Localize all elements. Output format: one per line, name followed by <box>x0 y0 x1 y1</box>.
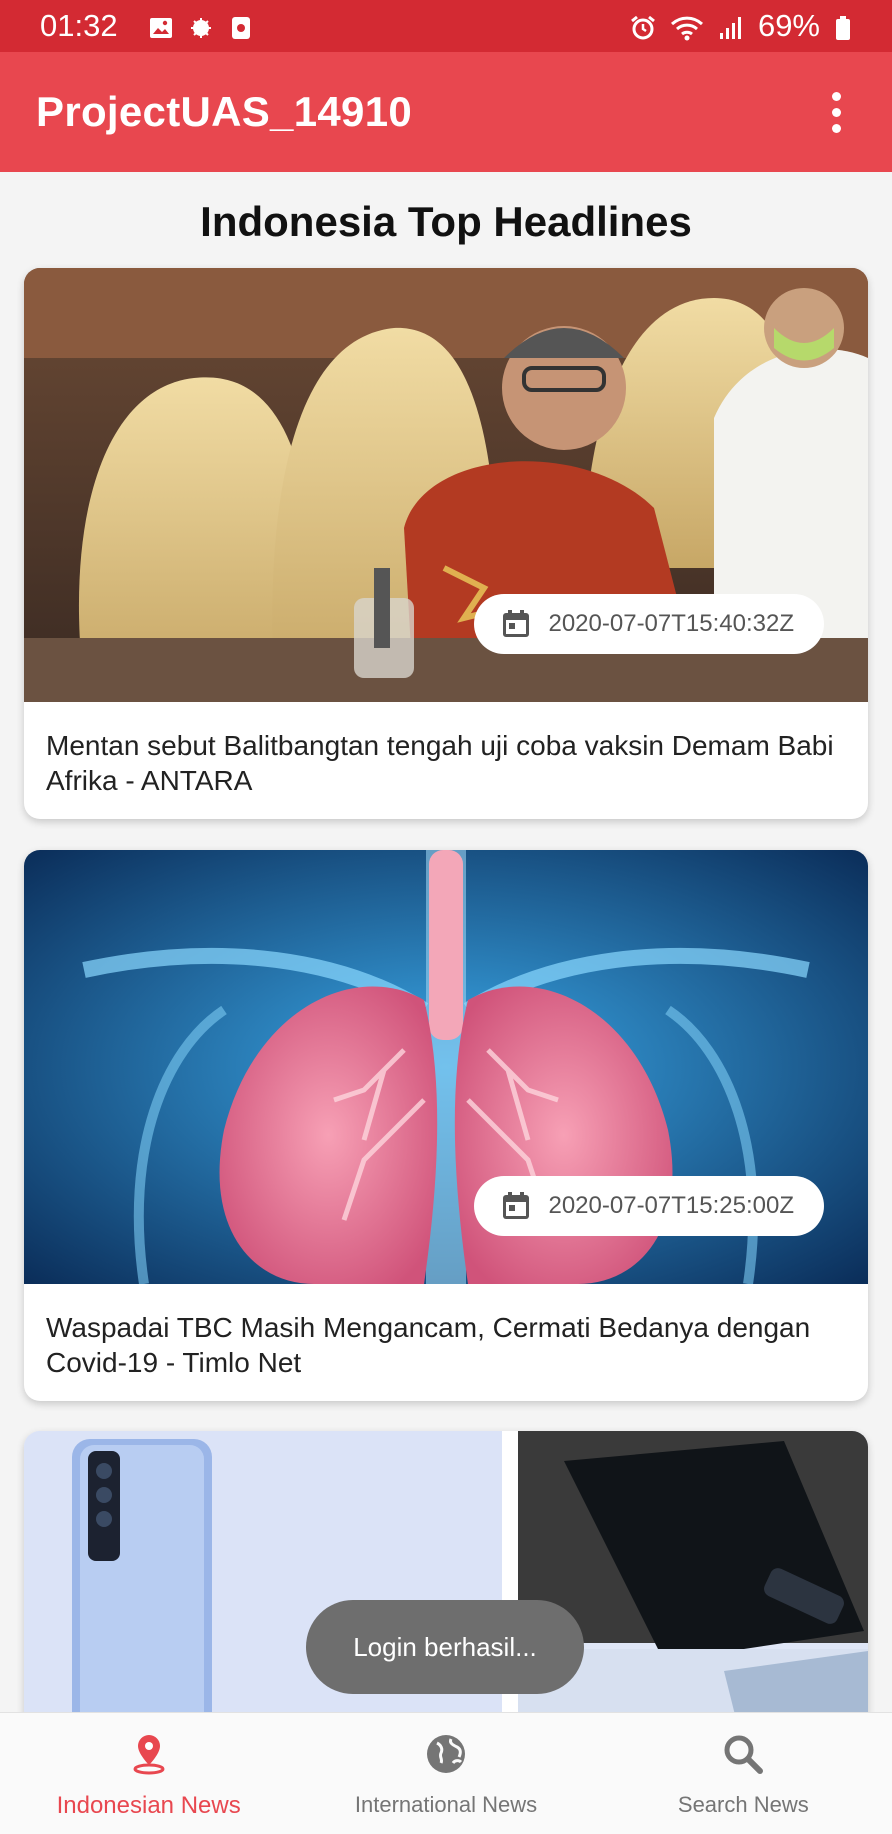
calendar-icon <box>503 610 530 637</box>
news-card[interactable] <box>24 1431 868 1751</box>
news-card[interactable]: 2020-07-07T15:40:32Z Mentan sebut Balitb… <box>24 268 868 819</box>
bottom-navigation: Indonesian News International News Searc… <box>0 1712 892 1834</box>
news-image: 2020-07-07T15:40:32Z <box>24 268 868 702</box>
nav-label: Indonesian News <box>56 1792 241 1819</box>
article-title: Mentan sebut Balitbangtan tengah uji cob… <box>46 730 834 796</box>
location-pin-icon <box>126 1731 172 1782</box>
page-title: Indonesia Top Headlines <box>200 198 692 245</box>
date-badge: 2020-07-07T15:40:32Z <box>474 594 824 654</box>
news-image <box>24 1431 868 1751</box>
menu-dot <box>831 123 841 133</box>
article-date: 2020-07-07T15:40:32Z <box>548 610 794 637</box>
nav-item-search-news[interactable]: Search News <box>595 1713 892 1834</box>
gallery-notification-icon <box>148 13 174 39</box>
toast-message: Login berhasil... <box>306 1600 584 1694</box>
signal-icon <box>718 13 744 39</box>
status-time: 01:32 <box>40 8 118 43</box>
overflow-menu-icon[interactable] <box>816 82 856 142</box>
globe-icon <box>423 1731 469 1782</box>
battery-icon <box>834 13 852 40</box>
menu-dot <box>831 107 841 117</box>
nav-label: International News <box>354 1792 538 1817</box>
article-date: 2020-07-07T15:25:00Z <box>548 1192 794 1219</box>
nav-item-indonesian-news[interactable]: Indonesian News <box>0 1713 297 1834</box>
nav-label: Search News <box>677 1792 809 1817</box>
news-card[interactable]: 2020-07-07T15:25:00Z Waspadai TBC Masih … <box>24 850 868 1401</box>
alarm-icon <box>630 13 656 40</box>
date-badge: 2020-07-07T15:25:00Z <box>474 1176 824 1236</box>
news-image: 2020-07-07T15:25:00Z <box>24 850 868 1284</box>
app-notification-icon <box>188 13 214 39</box>
screen-recorder-icon <box>228 13 254 39</box>
battery-percent: 69% <box>757 8 820 43</box>
app-bar: ProjectUAS_14910 <box>0 52 892 172</box>
status-bar-right: 69% <box>630 8 852 44</box>
app-title: ProjectUAS_14910 <box>36 88 413 135</box>
menu-dot <box>831 91 841 101</box>
search-icon <box>720 1731 766 1782</box>
wifi-icon <box>670 13 704 41</box>
calendar-icon <box>503 1192 530 1219</box>
status-bar: 01:32 69% <box>0 0 892 52</box>
nav-item-international-news[interactable]: International News <box>297 1713 594 1834</box>
status-bar-left: 01:32 <box>40 8 254 44</box>
article-title: Waspadai TBC Masih Mengancam, Cermati Be… <box>46 1312 811 1378</box>
